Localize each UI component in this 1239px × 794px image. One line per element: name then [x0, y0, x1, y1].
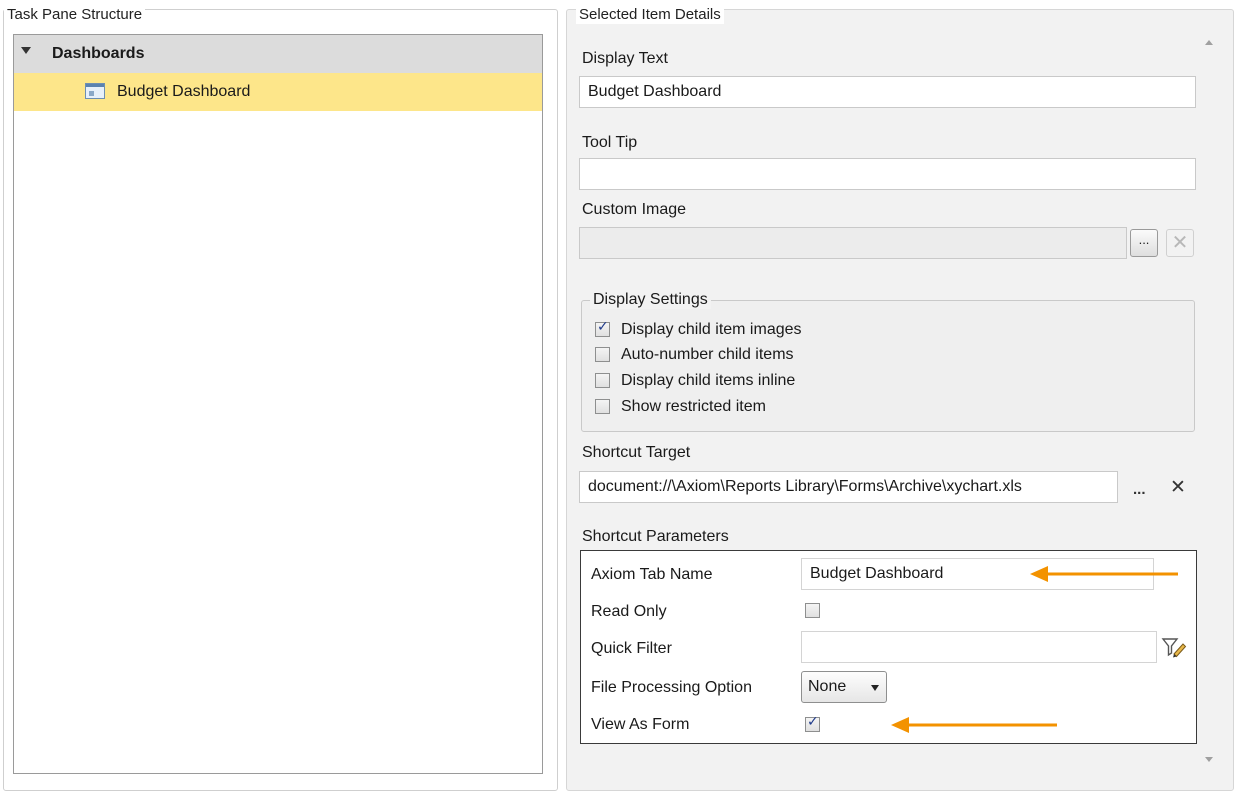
display-settings-title: Display Settings	[590, 291, 711, 309]
display-inline-checkbox[interactable]	[595, 373, 610, 388]
shortcut-target-browse-button[interactable]: ...	[1133, 481, 1146, 499]
task-pane-structure-title: Task Pane Structure	[4, 6, 146, 24]
param-name-file-processing-option: File Processing Option	[591, 679, 752, 696]
scroll-down-icon[interactable]	[1205, 757, 1213, 762]
dashboard-icon	[85, 83, 105, 99]
show-restricted-checkbox[interactable]	[595, 399, 610, 414]
chevron-down-icon	[871, 685, 879, 691]
shortcut-target-label: Shortcut Target	[582, 444, 691, 461]
display-inline-label: Display child items inline	[621, 372, 796, 389]
filter-edit-icon[interactable]	[1161, 636, 1187, 658]
file-processing-option-value: None	[808, 678, 847, 695]
tree-item-label: Dashboards	[52, 45, 145, 62]
read-only-checkbox[interactable]	[805, 603, 820, 618]
annotation-arrow-icon	[1030, 566, 1178, 582]
annotation-arrow-icon	[891, 717, 1057, 733]
view-as-form-checkbox[interactable]	[805, 714, 820, 732]
expand-arrow-icon[interactable]	[21, 47, 31, 54]
auto-number-label: Auto-number child items	[621, 346, 794, 363]
scroll-up-icon[interactable]	[1205, 40, 1213, 45]
tool-tip-input[interactable]	[579, 158, 1196, 190]
custom-image-clear-icon[interactable]: ✕	[1166, 229, 1194, 257]
auto-number-checkbox[interactable]	[595, 347, 610, 362]
shortcut-parameters-label: Shortcut Parameters	[582, 528, 729, 545]
tree-item-budget-dashboard[interactable]: Budget Dashboard	[14, 73, 542, 111]
display-child-images-checkbox[interactable]	[595, 319, 610, 337]
display-child-images-label: Display child item images	[621, 321, 802, 338]
param-name-axiom-tab-name: Axiom Tab Name	[591, 566, 713, 583]
quick-filter-input[interactable]	[801, 631, 1157, 663]
file-processing-option-select[interactable]: None	[801, 671, 887, 703]
display-text-input[interactable]: Budget Dashboard	[579, 76, 1196, 108]
custom-image-label: Custom Image	[582, 201, 687, 218]
shortcut-target-clear-icon[interactable]: ✕	[1170, 478, 1186, 498]
shortcut-target-input[interactable]: document://\Axiom\Reports Library\Forms\…	[579, 471, 1118, 503]
selected-item-details-title: Selected Item Details	[576, 6, 724, 24]
custom-image-input[interactable]	[579, 227, 1127, 259]
display-text-label: Display Text	[582, 50, 668, 67]
tree-item-label: Budget Dashboard	[117, 83, 251, 100]
param-name-quick-filter: Quick Filter	[591, 640, 672, 657]
tree-item-dashboards[interactable]: Dashboards	[14, 35, 542, 73]
show-restricted-label: Show restricted item	[621, 398, 766, 415]
task-pane-tree[interactable]: Dashboards Budget Dashboard	[13, 34, 543, 774]
param-name-read-only: Read Only	[591, 603, 667, 620]
tool-tip-label: Tool Tip	[582, 134, 638, 151]
custom-image-browse-button[interactable]: ...	[1130, 229, 1158, 257]
param-name-view-as-form: View As Form	[591, 716, 690, 733]
